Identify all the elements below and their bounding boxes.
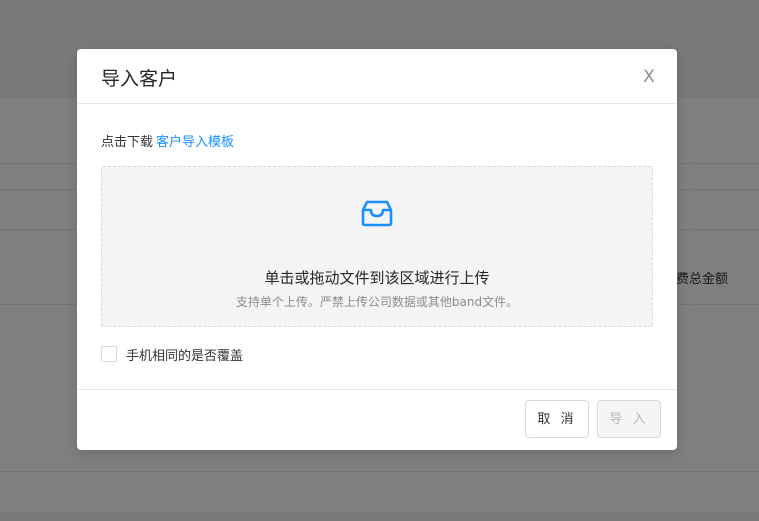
dialog-title: 导入客户 [101, 68, 178, 90]
dialog-header: 导入客户 X [77, 49, 677, 104]
import-button[interactable]: 导 入 [597, 400, 661, 438]
dropzone-title: 单击或拖动文件到该区域进行上传 [264, 269, 490, 287]
upload-dropzone[interactable]: 单击或拖动文件到该区域进行上传 支持单个上传。严禁上传公司数据或其他band文件… [101, 166, 653, 327]
close-icon[interactable]: X [636, 66, 662, 88]
import-customers-dialog: 导入客户 X 点击下载 客户导入模板 单击或拖动文件到该区域进行上传 支持单个上传… [77, 49, 677, 450]
cancel-button[interactable]: 取 消 [525, 400, 589, 438]
inbox-icon [361, 200, 393, 227]
template-download-link[interactable]: 客户导入模板 [156, 135, 234, 150]
template-download-row: 点击下载 客户导入模板 [101, 131, 234, 150]
download-prefix-text: 点击下载 [101, 135, 154, 150]
dropzone-hint: 支持单个上传。严禁上传公司数据或其他band文件。 [235, 295, 519, 309]
overwrite-checkbox[interactable] [101, 346, 117, 362]
overwrite-checkbox-label[interactable]: 手机相同的是否覆盖 [126, 345, 243, 364]
dialog-footer: 取 消 导 入 [77, 389, 677, 451]
